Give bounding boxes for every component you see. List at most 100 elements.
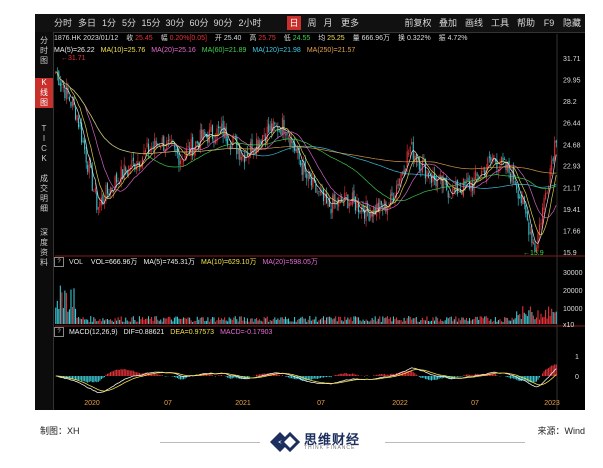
volume-bar-243 [424,320,426,324]
candle-body-90 [192,137,194,157]
candle-body-165 [306,173,308,179]
volume-bar-296 [505,317,507,324]
toolbar-item-4[interactable]: 15分 [141,16,161,30]
toolbar-item-5[interactable]: 30分 [165,16,185,30]
toolbar-item-10[interactable]: 周 [305,16,319,30]
sidebar-item-2[interactable]: T I C K [35,124,53,164]
sidebar-item-1[interactable]: K 线 图 [35,78,53,108]
volume-bar-43 [120,316,122,324]
avg-value: 25.25 [327,35,345,42]
volume-bar-73 [166,318,168,324]
volume-bar-143 [272,319,274,324]
macd-bar-134 [259,374,261,376]
macd-bar-243 [424,376,426,380]
volume-bar-30 [100,321,102,324]
volume-bar-123 [242,320,244,324]
volume-indicator-name: VOL [68,259,83,266]
volume-bar-104 [213,317,215,324]
candle-body-50 [131,160,133,168]
volume-bar-40 [116,320,118,324]
toolbar-item-19[interactable]: 隐藏 [561,16,583,30]
toolbar-item-1[interactable]: 多日 [77,16,97,30]
volume-bar-189 [342,321,344,324]
volume-bar-115 [230,318,232,324]
toolbar-item-0[interactable]: 分时 [53,16,73,30]
volume-bar-202 [362,319,364,324]
volume-help-icon[interactable]: ? [54,257,64,268]
candle-body-112 [225,127,227,142]
volume-bar-250 [435,316,437,324]
volume-bar-273 [470,320,472,324]
macd-bar-299 [510,376,512,379]
volume-bar-32 [103,320,105,324]
volume-bar-124 [243,317,245,324]
candle-body-59 [144,150,147,153]
volume-bar-55 [138,316,140,324]
macd-bar-117 [233,376,235,378]
candle-body-325 [549,168,551,184]
volume-bar-230 [405,320,407,324]
volume-bar-116 [231,319,233,324]
volume-bar-42 [119,319,121,324]
toolbar-item-18[interactable]: F9 [541,16,557,30]
macd-bar-167 [309,376,311,380]
turnover-value: 0.322% [406,35,431,42]
volume-bar-232 [408,316,410,324]
sidebar-item-4[interactable]: 深 度 资 料 [35,228,53,268]
toolbar-item-12[interactable]: 更多 [339,16,361,30]
price-tick-7: 19.41 [563,207,581,214]
macd-help-icon[interactable]: ? [54,327,64,338]
candle-body-60 [146,142,148,148]
macd-bar-197 [354,374,356,376]
candle-body-215 [382,207,384,209]
price-tick-5: 22.93 [563,164,581,171]
candle-body-262 [453,188,455,190]
toolbar-item-17[interactable]: 帮助 [515,16,537,30]
volume-bar-303 [516,311,518,324]
volume-bar-234 [411,319,413,324]
volume-bar-308 [523,312,525,324]
macd-bar-322 [545,369,547,376]
volume-bar-66 [155,316,157,324]
macd-bar-66 [155,373,157,376]
candle-body-283 [485,168,487,179]
macd-bar-298 [508,376,510,378]
price-tick-9: 15.9 [563,250,577,257]
volume-bar-59 [144,319,147,324]
toolbar-item-14[interactable]: 叠加 [437,16,459,30]
toolbar-item-11[interactable]: 月 [321,16,335,30]
toolbar-item-2[interactable]: 1分 [101,16,117,30]
kline-chart[interactable]: 31.71 29.95 28.2 26.44 24.68 22.93 21.17 19.41 1… [35,14,585,410]
sidebar-item-3[interactable]: 成 交 明 细 [35,174,53,214]
ma-legend-item-0: MA(5)=26.22 [54,47,95,54]
candle-body-65 [154,138,156,151]
volume-bar-102 [210,319,212,324]
candle-body-199 [357,204,360,213]
volume-bar-157 [294,316,296,324]
volume-bar-120 [237,321,239,324]
candle-body-248 [432,173,434,183]
macd-bar-26 [94,376,96,382]
macd-bar-52 [134,371,136,376]
x-label-5: 07 [471,400,479,407]
candle-body-61 [148,143,150,154]
volume-bar-217 [385,317,387,324]
toolbar-item-6[interactable]: 60分 [189,16,209,30]
candle-body-198 [356,201,358,209]
toolbar-item-9[interactable]: 日 [287,16,301,30]
toolbar-item-7[interactable]: 90分 [213,16,233,30]
volume-bar-29 [99,319,101,324]
volume-bar-228 [402,321,404,324]
toolbar-item-8[interactable]: 2小时 [237,16,263,30]
sidebar-item-0[interactable]: 分 时 图 [35,36,53,66]
volume-bar-98 [204,321,206,324]
chart-credit: 制图：XH [40,426,80,436]
candle-body-5 [62,86,64,88]
toolbar-item-13[interactable]: 前复权 [403,16,433,30]
volume-bar-204 [365,319,367,324]
toolbar-item-15[interactable]: 画线 [463,16,485,30]
volume-bar-142 [271,320,273,324]
toolbar-item-16[interactable]: 工具 [489,16,511,30]
macd-bar-195 [351,373,353,376]
toolbar-item-3[interactable]: 5分 [121,16,137,30]
